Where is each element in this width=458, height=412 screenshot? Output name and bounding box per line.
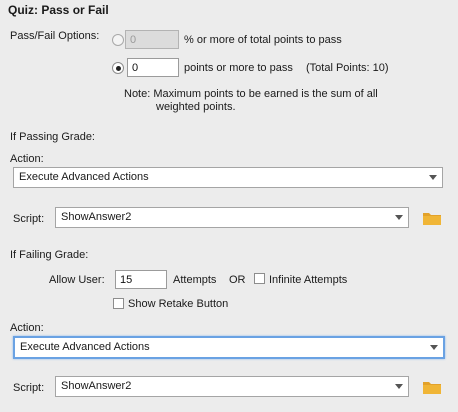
show-retake-label: Show Retake Button (128, 298, 229, 310)
failing-action-value: Execute Advanced Actions (20, 341, 150, 353)
chevron-down-icon (395, 215, 403, 220)
show-retake-checkbox[interactable] (113, 298, 124, 309)
note-line-2: weighted points. (156, 101, 236, 113)
passing-script-label: Script: (13, 213, 45, 225)
percent-option-label: % or more of total points to pass (184, 34, 342, 46)
attempts-label: Attempts (173, 274, 217, 286)
pass-fail-options-label: Pass/Fail Options: (10, 30, 100, 42)
passing-action-label: Action: (10, 153, 44, 165)
failing-action-dropdown[interactable]: Execute Advanced Actions (13, 336, 445, 359)
percent-input[interactable] (125, 30, 179, 49)
failing-grade-header: If Failing Grade: (10, 249, 89, 261)
passing-action-dropdown[interactable]: Execute Advanced Actions (13, 167, 443, 188)
infinite-attempts-label: Infinite Attempts (269, 274, 348, 286)
or-label: OR (229, 274, 246, 286)
section-title: Quiz: Pass or Fail (8, 3, 109, 17)
passing-script-value: ShowAnswer2 (61, 211, 132, 223)
total-points-label: (Total Points: 10) (306, 62, 389, 74)
chevron-down-icon (430, 345, 438, 350)
folder-icon[interactable] (423, 380, 441, 394)
percent-option-radio[interactable] (112, 34, 124, 46)
points-option-radio[interactable] (112, 62, 124, 74)
failing-script-label: Script: (13, 382, 45, 394)
passing-script-dropdown[interactable]: ShowAnswer2 (55, 207, 409, 228)
folder-icon[interactable] (423, 211, 441, 225)
points-input[interactable] (127, 58, 179, 77)
passing-action-value: Execute Advanced Actions (19, 171, 149, 183)
chevron-down-icon (429, 175, 437, 180)
points-option-label: points or more to pass (184, 62, 293, 74)
allow-user-label: Allow User: (49, 274, 105, 286)
note-line-1: Note: Maximum points to be earned is the… (124, 88, 378, 100)
passing-grade-header: If Passing Grade: (10, 131, 95, 143)
chevron-down-icon (395, 384, 403, 389)
failing-script-value: ShowAnswer2 (61, 380, 132, 392)
attempts-input[interactable] (115, 270, 167, 289)
failing-script-dropdown[interactable]: ShowAnswer2 (55, 376, 409, 397)
infinite-attempts-checkbox[interactable] (254, 273, 265, 284)
failing-action-label: Action: (10, 322, 44, 334)
